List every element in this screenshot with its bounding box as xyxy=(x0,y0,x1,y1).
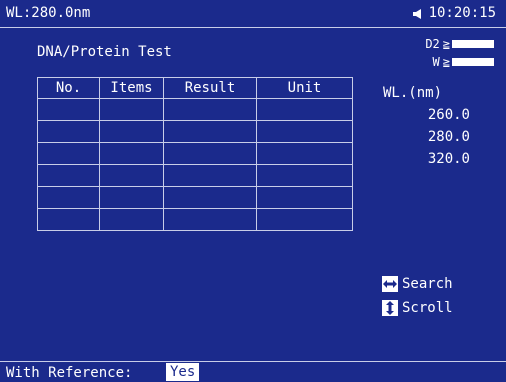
column-header-result: Result xyxy=(163,77,257,99)
result-table[interactable]: No. Items Result Unit xyxy=(37,77,353,231)
table-cell xyxy=(37,186,100,209)
column-header-no: No. xyxy=(37,77,100,99)
footer-bar: With Reference: Yes xyxy=(0,361,506,382)
table-cell xyxy=(99,120,164,143)
w-lamp-indicator: W ≧ xyxy=(433,55,494,69)
reference-label: With Reference: xyxy=(6,365,133,381)
column-header-items: Items xyxy=(99,77,164,99)
table-cell xyxy=(256,142,353,165)
table-cell xyxy=(256,208,353,231)
table-row[interactable] xyxy=(37,142,353,165)
table-row[interactable] xyxy=(37,186,353,209)
reference-value[interactable]: Yes xyxy=(166,363,200,381)
d2-lamp-mark: ≧ xyxy=(442,37,450,51)
table-cell xyxy=(99,164,164,187)
search-hint-label: Search xyxy=(402,276,453,292)
table-cell xyxy=(256,186,353,209)
table-cell xyxy=(37,164,100,187)
d2-lamp-label: D2 xyxy=(425,37,440,51)
table-cell xyxy=(256,98,353,121)
table-cell xyxy=(256,120,353,143)
scroll-hint-label: Scroll xyxy=(402,300,453,316)
search-key-hint: Search xyxy=(382,276,453,292)
table-row[interactable] xyxy=(37,208,353,231)
table-cell xyxy=(37,142,100,165)
speaker-icon xyxy=(413,9,423,19)
d2-lamp-bar xyxy=(452,40,494,48)
wavelength-value[interactable]: 320.0 xyxy=(428,151,470,167)
table-header-row: No. Items Result Unit xyxy=(37,77,353,99)
table-cell xyxy=(256,164,353,187)
table-cell xyxy=(37,98,100,121)
table-cell xyxy=(99,186,164,209)
table-cell xyxy=(163,208,257,231)
column-header-unit: Unit xyxy=(256,77,353,99)
w-lamp-mark: ≧ xyxy=(442,55,450,69)
table-cell xyxy=(37,208,100,231)
table-row[interactable] xyxy=(37,164,353,187)
wavelength-list-header: WL.(nm) xyxy=(383,85,443,101)
d2-lamp-indicator: D2 ≧ xyxy=(425,37,494,51)
page-title: DNA/Protein Test xyxy=(37,44,172,60)
table-cell xyxy=(163,142,257,165)
table-row[interactable] xyxy=(37,98,353,121)
scroll-key-hint: Scroll xyxy=(382,300,453,316)
table-cell xyxy=(37,120,100,143)
table-cell xyxy=(163,186,257,209)
clock: 10:20:15 xyxy=(428,5,496,21)
wavelength-readout: WL:280.0nm xyxy=(6,5,91,21)
left-right-arrow-icon xyxy=(382,276,398,292)
table-cell xyxy=(99,208,164,231)
w-lamp-bar xyxy=(452,58,494,66)
w-lamp-label: W xyxy=(432,55,440,69)
instrument-screen: WL:280.0nm 10:20:15 DNA/Protein Test D2 … xyxy=(0,0,506,381)
table-cell xyxy=(99,98,164,121)
table-row[interactable] xyxy=(37,120,353,143)
table-cell xyxy=(163,164,257,187)
wavelength-value[interactable]: 260.0 xyxy=(428,107,470,123)
table-cell xyxy=(99,142,164,165)
wavelength-value[interactable]: 280.0 xyxy=(428,129,470,145)
status-bar: WL:280.0nm 10:20:15 xyxy=(0,0,506,28)
table-cell xyxy=(163,120,257,143)
table-cell xyxy=(163,98,257,121)
up-down-arrow-icon xyxy=(382,300,398,316)
